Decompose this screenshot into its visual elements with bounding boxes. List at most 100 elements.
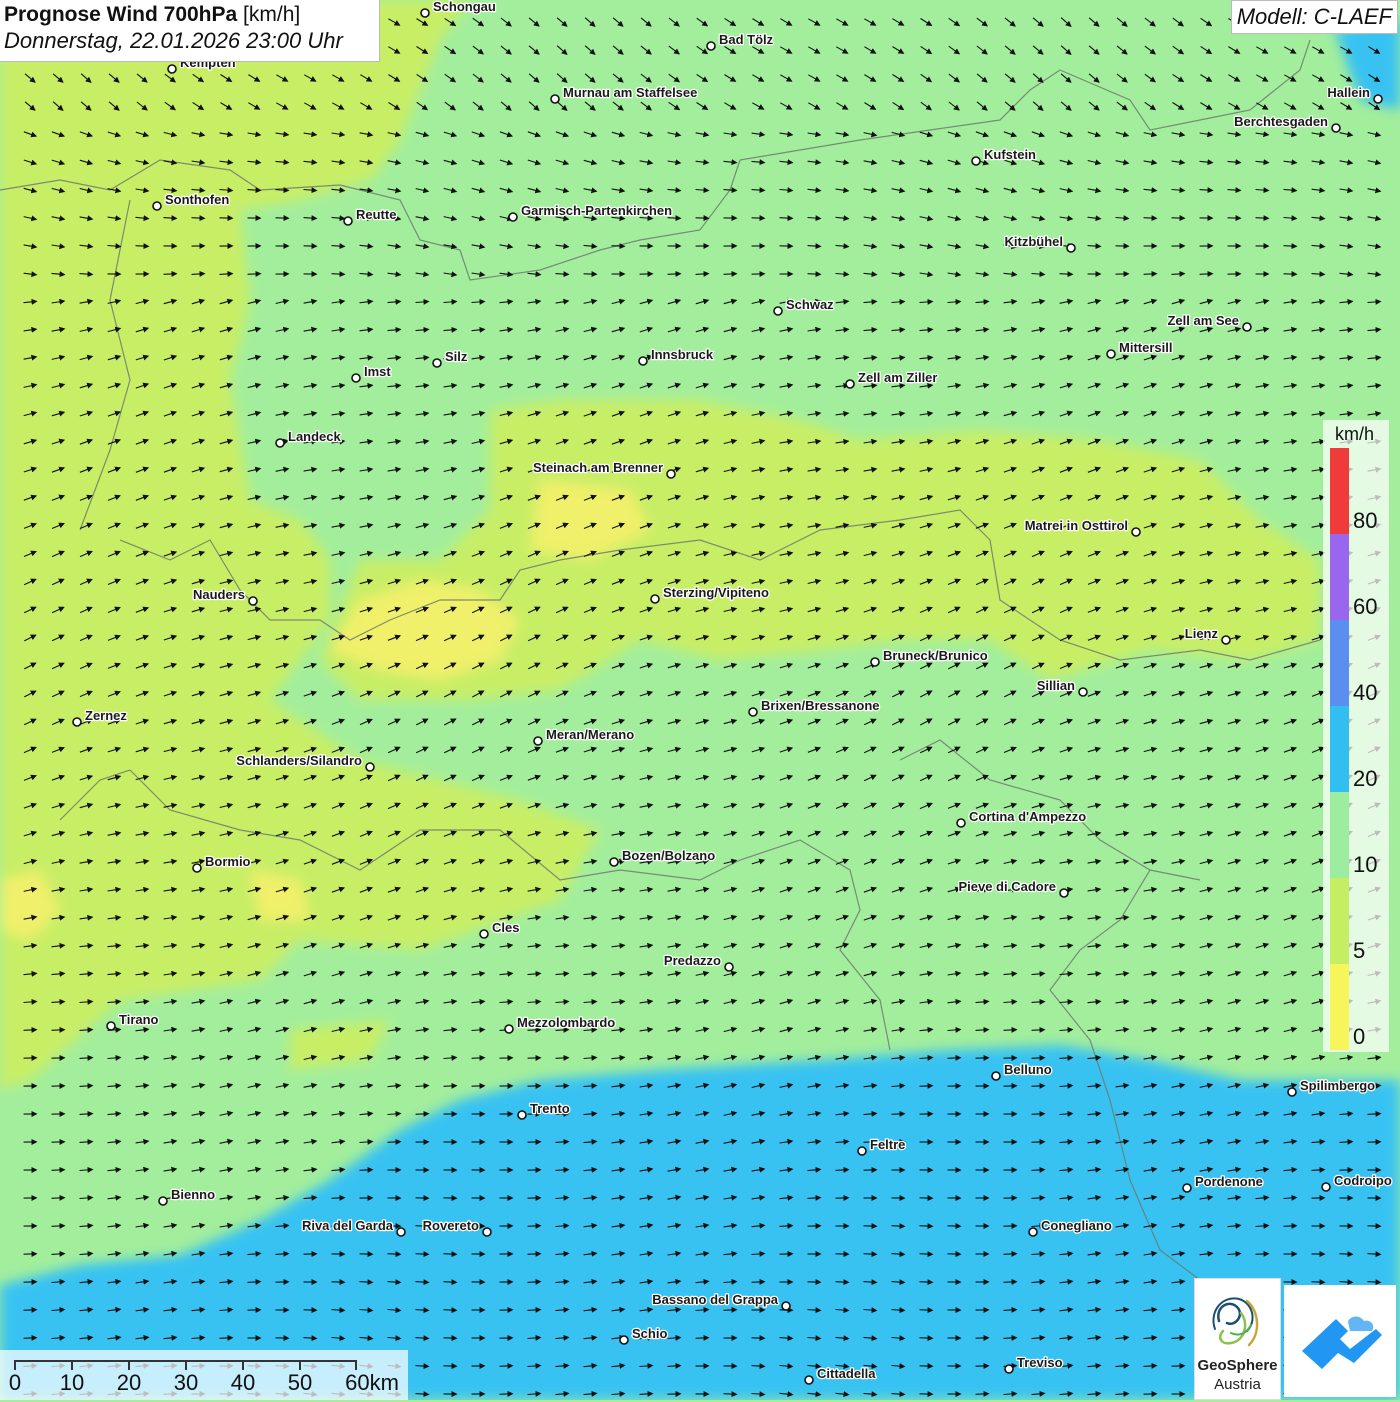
wind-arrow (920, 1254, 933, 1255)
city-dot (421, 9, 429, 17)
wind-arrow (724, 1310, 737, 1311)
city-label: Rovereto (423, 1218, 479, 1233)
wind-arrow (696, 1338, 709, 1339)
wind-arrow (920, 1226, 933, 1227)
city-dot (518, 1111, 526, 1119)
scale-label-40: 40 (231, 1370, 255, 1396)
wind-arrow (724, 1394, 737, 1395)
wind-arrow (948, 1058, 961, 1059)
city-dot (805, 1376, 813, 1384)
city-dot (782, 1302, 790, 1310)
city-dot (344, 217, 352, 225)
forecast-datetime: Donnerstag, 22.01.2026 23:00 Uhr (4, 28, 375, 54)
wind-arrow (1032, 1086, 1045, 1087)
wind-arrow (136, 246, 149, 247)
city-label: Sterzing/Vipiteno (663, 585, 769, 600)
city-label: Zernez (85, 708, 127, 723)
city-dot (168, 65, 176, 73)
scale-tick (71, 1360, 73, 1370)
wind-arrow (864, 1254, 877, 1255)
geosphere-logo-icon (1195, 1283, 1280, 1359)
city-dot (667, 470, 675, 478)
wind-arrow (24, 1310, 37, 1311)
city-label: Zell am See (1167, 313, 1239, 328)
city-label: Cles (492, 920, 519, 935)
wind-arrow (388, 1254, 401, 1255)
city-dot (1374, 95, 1382, 103)
wind-arrow (1004, 1282, 1017, 1283)
legend-seg-5-10 (1330, 878, 1349, 964)
legend-seg-10-20 (1330, 792, 1349, 878)
wind-arrow (1256, 1254, 1269, 1255)
wind-arrow (920, 1310, 933, 1311)
city-label: Mezzolombardo (517, 1015, 615, 1030)
wind-map[interactable]: SchongauBad TölzKemptenMurnau am Staffel… (0, 0, 1400, 1400)
city-label: Schio (632, 1326, 667, 1341)
city-label: Imst (364, 364, 391, 379)
warn-app-badge[interactable] (1284, 1285, 1396, 1397)
city-dot (193, 864, 201, 872)
wind-arrow (1284, 1226, 1297, 1227)
wind-arrow (500, 1366, 513, 1367)
wind-arrow (1004, 1254, 1017, 1255)
city-dot (846, 380, 854, 388)
wind-arrow (1256, 218, 1269, 219)
city-dot (480, 930, 488, 938)
city-label: Berchtesgaden (1234, 114, 1328, 129)
wind-arrow (192, 218, 205, 219)
city-label: Cittadella (817, 1366, 876, 1381)
city-label: Codroipo (1334, 1173, 1392, 1188)
city-label: Landeck (288, 429, 342, 444)
city-label: Nauders (193, 587, 245, 602)
legend-label-5: 5 (1353, 938, 1365, 964)
wind-arrow (332, 1198, 345, 1199)
wind-arrow (1144, 218, 1157, 219)
wind-arrow (52, 1226, 65, 1227)
wind-arrow (920, 1338, 933, 1339)
city-dot (1288, 1088, 1296, 1096)
wind-arrow (556, 1086, 569, 1087)
legend-label-40: 40 (1353, 680, 1377, 706)
scale-label-20: 20 (117, 1370, 141, 1396)
legend-seg-20-40 (1330, 706, 1349, 792)
legend-label-80: 80 (1353, 508, 1377, 534)
city-label: Pieve di Cadore (958, 879, 1056, 894)
wind-arrow (52, 1170, 65, 1171)
city-label: Schlanders/Silandro (236, 753, 362, 768)
scale-label-0: 0 (9, 1370, 21, 1396)
map-title-box: Prognose Wind 700hPa [km/h] Donnerstag, … (0, 0, 380, 62)
wind-arrow (444, 1254, 457, 1255)
geosphere-logo[interactable]: GeoSphere Austria (1194, 1278, 1281, 1400)
city-label: Cortina d'Ampezzo (969, 809, 1086, 824)
city-dot (725, 963, 733, 971)
scale-bar: 0 10 20 30 40 50 60km (0, 1350, 408, 1400)
wind-arrow (164, 274, 177, 275)
city-dot (73, 718, 81, 726)
city-label: Silz (445, 349, 468, 364)
city-dot (509, 213, 517, 221)
scale-label-60km: 60km (345, 1370, 399, 1396)
wind-arrow (416, 1114, 429, 1115)
city-dot (972, 157, 980, 165)
wind-arrow (528, 1254, 541, 1255)
city-label: Mittersill (1119, 340, 1172, 355)
city-label: Spilimbergo (1300, 1078, 1375, 1093)
city-label: Meran/Merano (546, 727, 634, 742)
wind-arrow (976, 1394, 989, 1395)
wind-arrow (528, 1226, 541, 1227)
wind-arrow (1144, 274, 1157, 275)
city-dot (1005, 1365, 1013, 1373)
city-label: Brixen/Bressanone (761, 698, 880, 713)
wind-arrow (1032, 1142, 1045, 1143)
wind-arrow (24, 1338, 37, 1339)
wind-arrow (500, 1394, 513, 1395)
city-dot (992, 1072, 1000, 1080)
city-label: Schwaz (786, 297, 834, 312)
city-label: Pordenone (1195, 1174, 1263, 1189)
city-label: Tirano (119, 1012, 159, 1027)
wind-arrow (52, 1198, 65, 1199)
wind-arrow (808, 274, 821, 275)
legend-unit: km/h (1335, 424, 1374, 445)
city-dot (1107, 350, 1115, 358)
city-dot (505, 1025, 513, 1033)
